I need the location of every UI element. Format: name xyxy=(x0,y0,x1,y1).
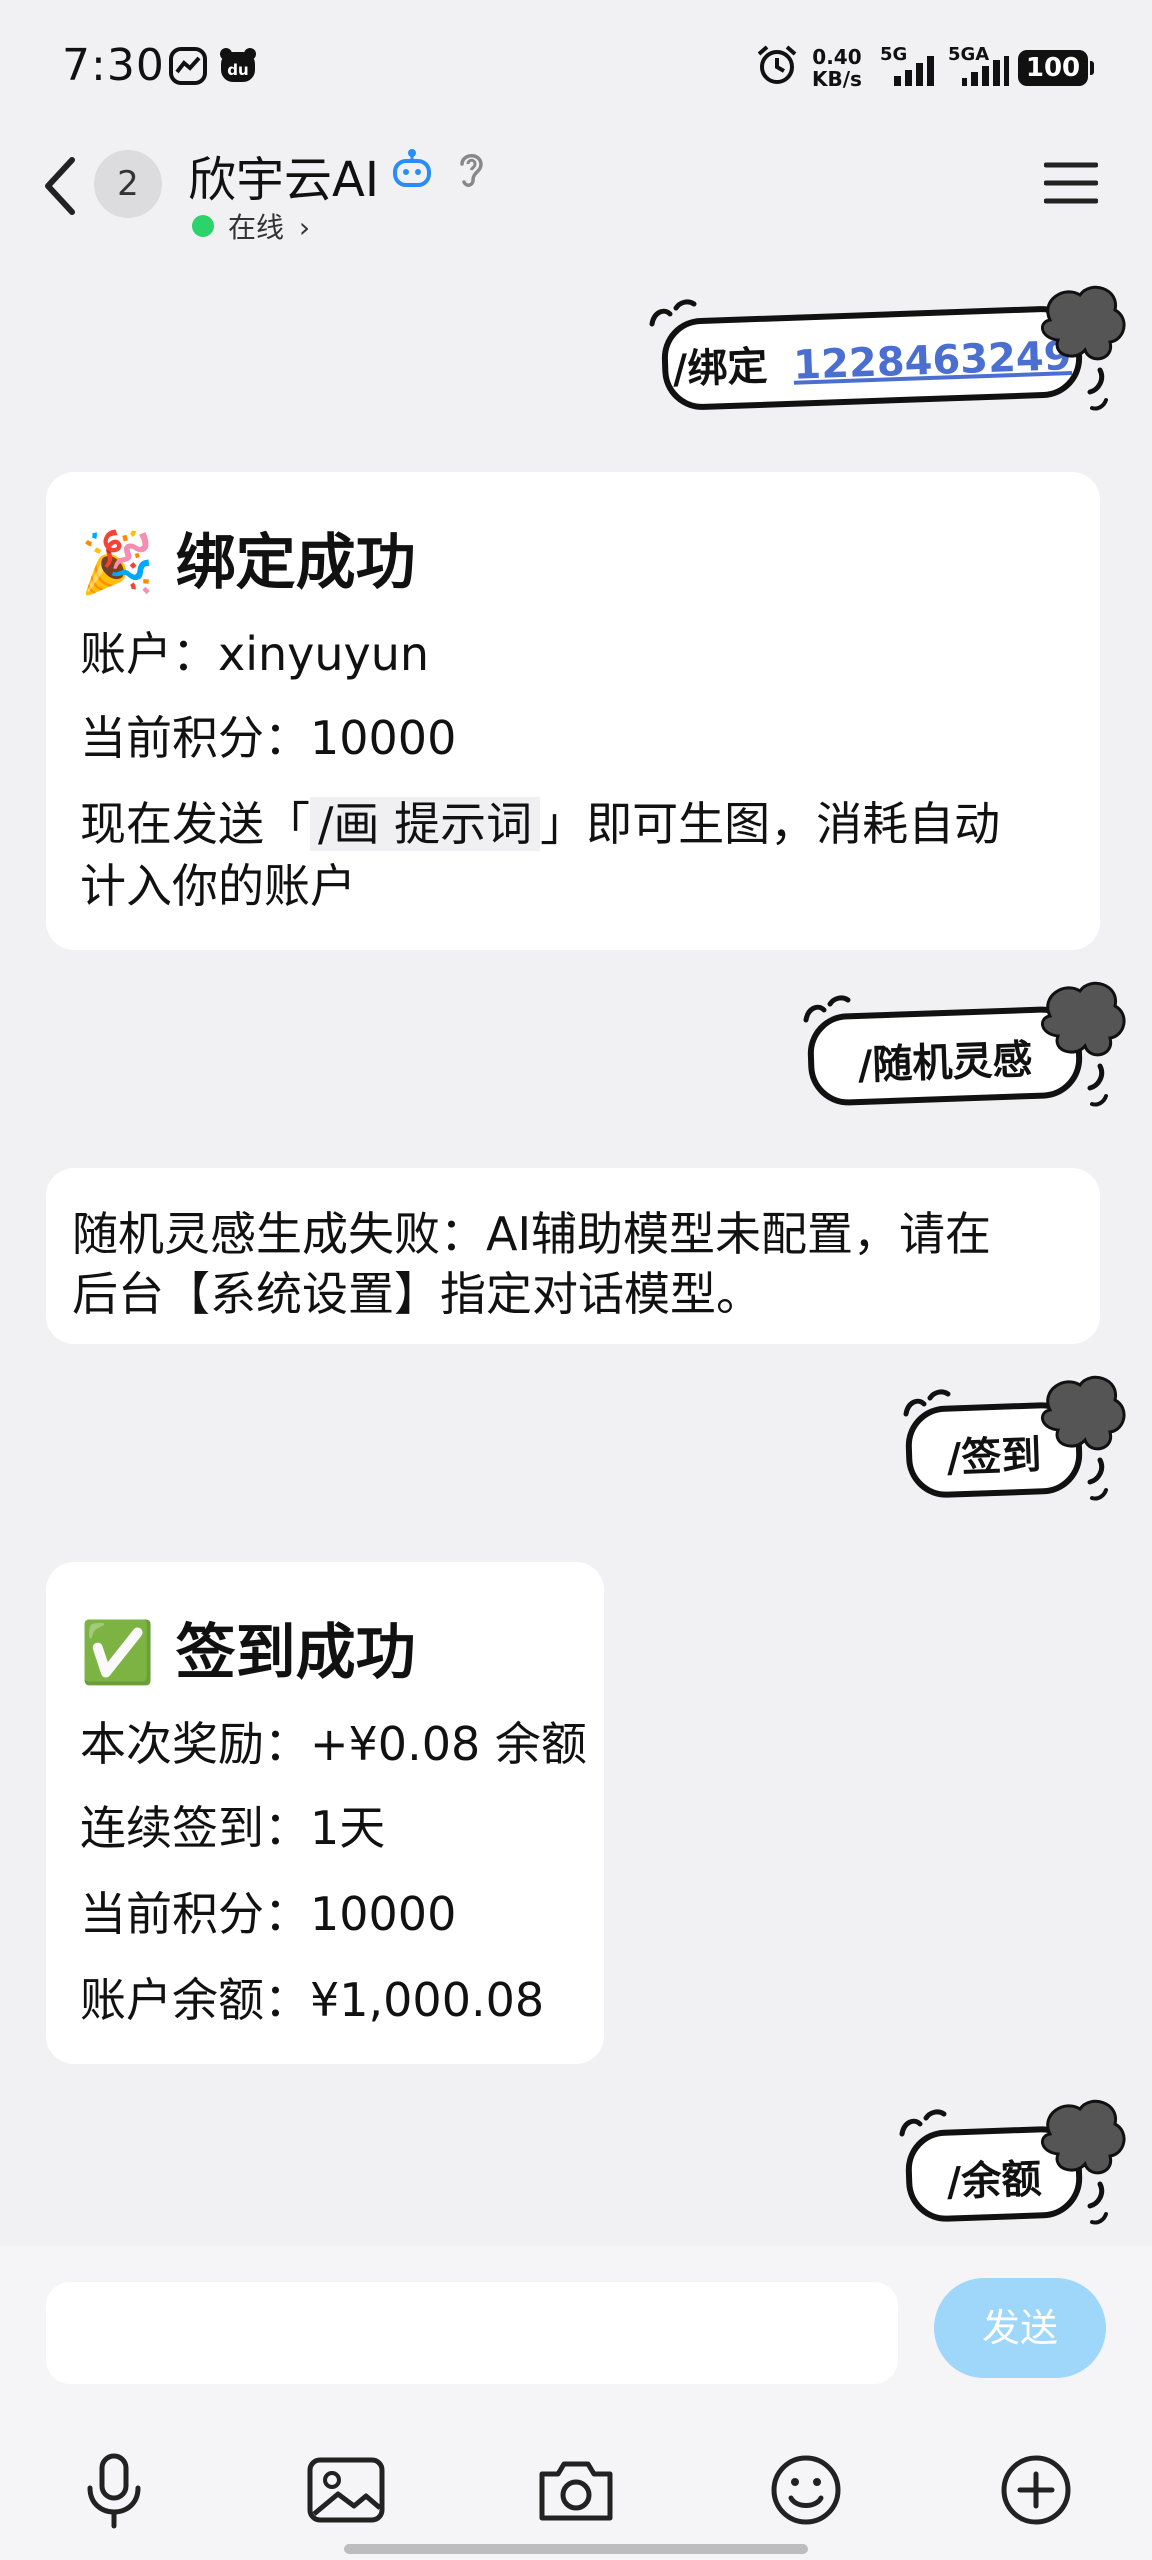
sparkle-mark-icon xyxy=(903,1389,951,1417)
alarm-icon xyxy=(757,45,797,84)
info-line-1: 现在发送「/画 提示词 」即可生图，消耗自动 xyxy=(80,797,1001,851)
signal-icon-2 xyxy=(962,56,1009,86)
status-time: 7:30 xyxy=(62,40,165,91)
bot-message-checkin-success: ✅ 签到成功 本次奖励：+¥0.08 余额 连续签到：1天 当前积分：10000… xyxy=(46,1562,604,2064)
balance-row: 账户余额：¥1,000.08 xyxy=(80,1973,545,2027)
home-indicator[interactable] xyxy=(344,2544,808,2554)
reward-row: 本次奖励：+¥0.08 余额 xyxy=(80,1717,587,1771)
sparkle-mark-icon xyxy=(649,299,697,327)
cloud-sticker-icon xyxy=(1041,981,1126,1107)
signal-icon xyxy=(894,56,934,86)
chart-notification-icon xyxy=(169,47,207,85)
ear-icon[interactable] xyxy=(454,148,488,190)
sparkle-mark-icon xyxy=(803,995,851,1023)
bot-message-bind-success: 🎉 绑定成功 账户：xinyuyun 当前积分：10000 现在发送「/画 提示… xyxy=(46,472,1100,950)
chat-title[interactable]: 欣宇云AI xyxy=(188,140,379,210)
card-heading: 🎉 绑定成功 xyxy=(80,528,416,598)
microphone-icon[interactable] xyxy=(72,2448,156,2532)
bot-message-error: 随机灵感生成失败：AI辅助模型未配置，请在 后台【系统设置】指定对话模型。 xyxy=(46,1168,1100,1344)
check-mark-icon: ✅ xyxy=(80,1618,155,1688)
cloud-sticker-icon xyxy=(1041,1375,1126,1501)
party-popper-icon: 🎉 xyxy=(80,528,155,598)
unread-count-badge[interactable]: 2 xyxy=(94,150,162,218)
app-notification-icon: du xyxy=(220,48,256,82)
menu-icon[interactable] xyxy=(1044,160,1098,206)
cloud-sticker-icon xyxy=(1041,285,1126,411)
image-icon[interactable] xyxy=(304,2448,388,2532)
battery-indicator: 100 xyxy=(1018,50,1094,86)
robot-icon xyxy=(393,149,431,187)
info-line-2: 计入你的账户 xyxy=(80,859,356,913)
sparkle-mark-icon xyxy=(899,2109,947,2137)
network-speed: 0.40 KB/s xyxy=(812,45,862,91)
send-button[interactable]: 发送 xyxy=(934,2278,1106,2378)
user-message-bind[interactable]: /绑定 1228463249 xyxy=(660,304,1084,412)
svg-text:du: du xyxy=(227,61,248,79)
emoji-icon[interactable] xyxy=(764,2448,848,2532)
command-text: /绑定 xyxy=(672,343,769,393)
error-line-1: 随机灵感生成失败：AI辅助模型未配置，请在 xyxy=(72,1207,992,1261)
camera-icon[interactable] xyxy=(534,2448,618,2532)
points-row: 当前积分：10000 xyxy=(80,711,457,765)
account-row: 账户：xinyuyun xyxy=(80,627,430,681)
online-status-label: 在线 xyxy=(228,211,285,244)
online-status-dot xyxy=(192,215,214,237)
card-heading: ✅ 签到成功 xyxy=(80,1618,416,1688)
command-hint: /画 提示词 xyxy=(310,797,541,851)
online-status[interactable]: 在线 › xyxy=(228,206,310,246)
plus-icon[interactable] xyxy=(994,2448,1078,2532)
error-line-2: 后台【系统设置】指定对话模型。 xyxy=(72,1267,762,1321)
points-row: 当前积分：10000 xyxy=(80,1887,457,1941)
back-arrow-icon[interactable] xyxy=(40,156,80,216)
chevron-right-icon: › xyxy=(298,211,311,244)
streak-row: 连续签到：1天 xyxy=(80,1801,386,1855)
cloud-sticker-icon xyxy=(1041,2099,1126,2225)
message-input[interactable] xyxy=(46,2282,898,2384)
